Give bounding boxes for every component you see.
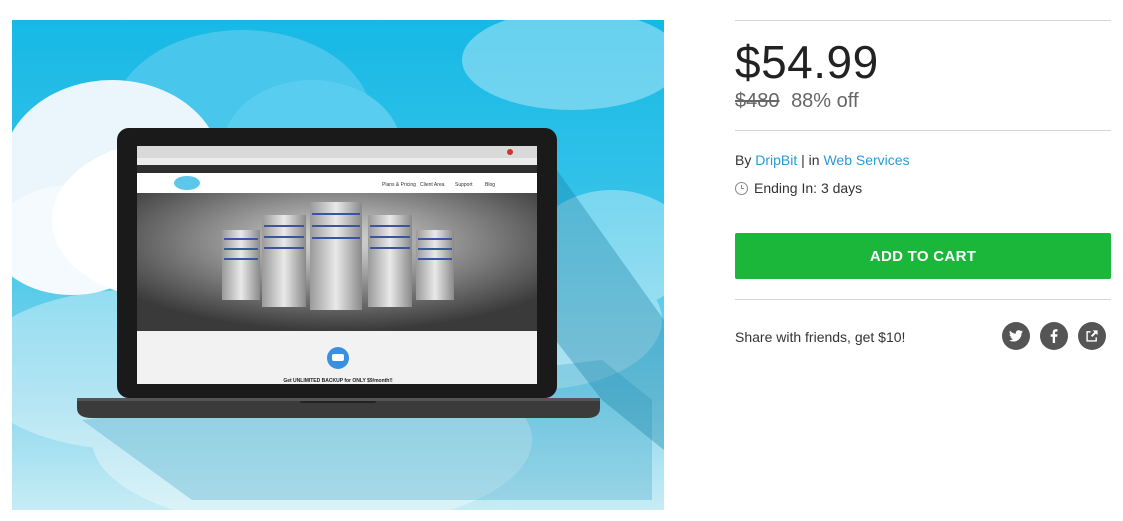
share-text: Share with friends, get $10! [735,329,906,345]
screen-nav-4: Blog [485,182,495,188]
facebook-icon[interactable] [1040,322,1068,350]
laptop-illustration: Plans & Pricing Client Area Support Blog [12,20,664,510]
category-link[interactable]: Web Services [823,152,909,168]
by-label: By [735,152,752,168]
discount-label: 88% off [791,90,859,112]
category-separator: | in [801,152,820,168]
screen-banner: Get UNLIMITED BACKUP for ONLY $9/month!! [283,378,393,384]
ending-label: Ending In: 3 days [754,180,863,196]
ending-line: Ending In: 3 days [735,180,862,196]
middle-divider [735,130,1111,131]
add-to-cart-button[interactable]: ADD TO CART [735,233,1111,279]
vendor-link[interactable]: DripBit [755,152,797,168]
screen-nav-1: Plans & Pricing [382,182,416,188]
vendor-line: By DripBit | in Web Services [735,152,910,168]
clock-icon [735,181,748,195]
share-icon[interactable] [1078,322,1106,350]
product-image: Plans & Pricing Client Area Support Blog [12,20,664,510]
screen-nav-2: Client Area [420,182,445,188]
top-divider [735,20,1111,21]
original-price: $480 [735,90,780,112]
screen-nav-3: Support [455,182,473,188]
price-comparison: $480 88% off [735,90,859,113]
purchase-panel: $54.99 $480 88% off By DripBit | in Web … [735,20,1111,350]
twitter-icon[interactable] [1002,322,1030,350]
sale-price: $54.99 [735,36,879,88]
lower-divider [735,299,1111,300]
share-row: Share with friends, get $10! [735,322,1111,352]
